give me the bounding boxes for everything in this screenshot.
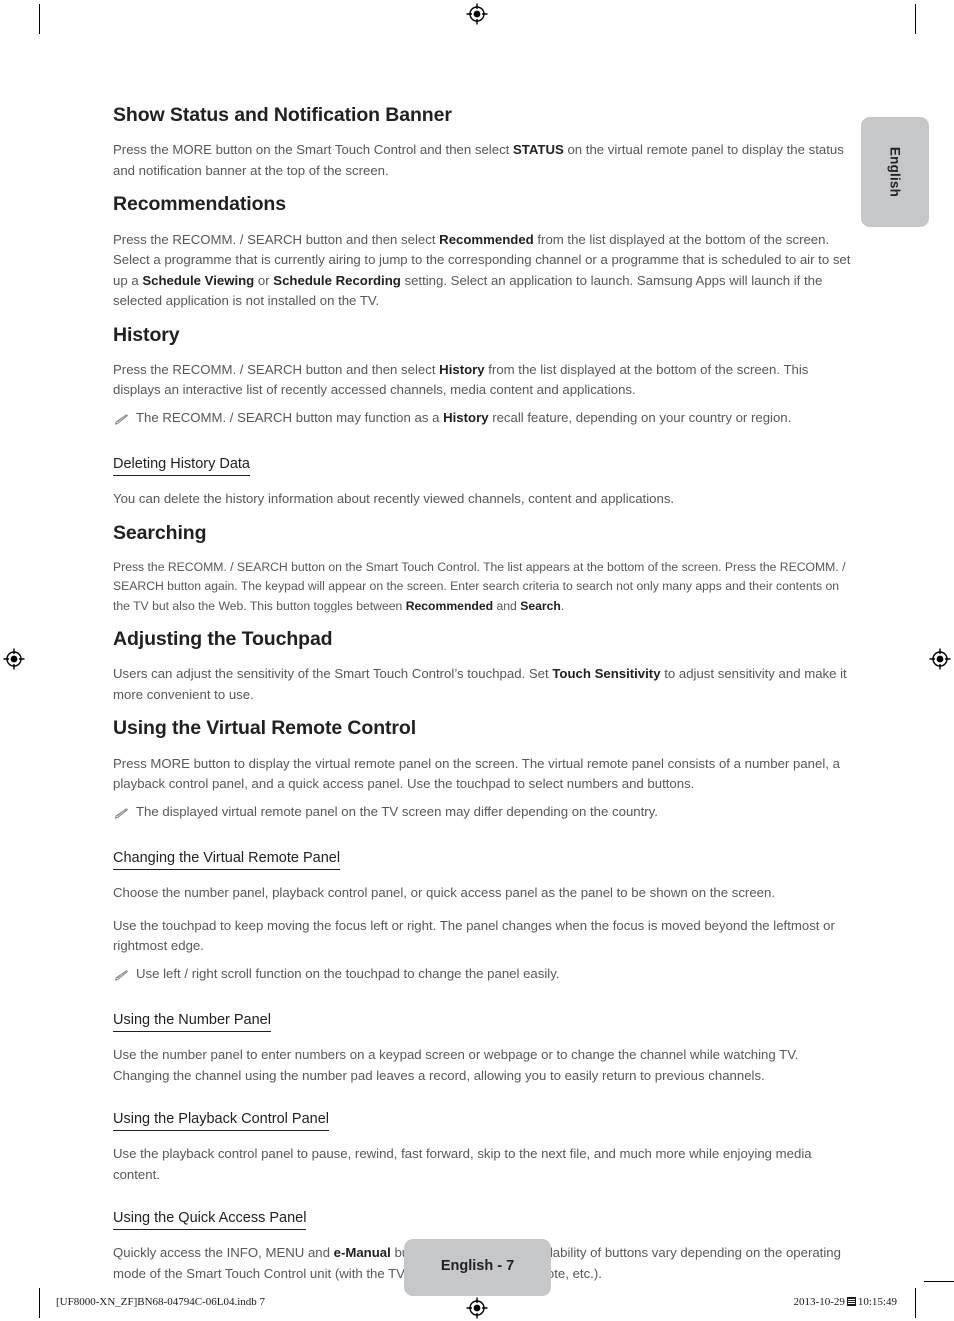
keyword-schedule-viewing: Schedule Viewing — [142, 272, 255, 288]
note-history: The RECOMM. / SEARCH button may function… — [113, 408, 852, 431]
paragraph-adjusting-the-touchpad: Users can adjust the sensitivity of the … — [113, 664, 852, 705]
paragraph-using-the-virtual-remote-control: Press MORE button to display the virtual… — [113, 754, 852, 795]
language-side-tab-label: English — [887, 146, 903, 198]
keyword-history: History — [443, 409, 489, 425]
registration-mark-right — [929, 648, 951, 670]
text-fragment: button and then select — [302, 361, 440, 377]
crop-mark-bottom-right-horizontal — [924, 1281, 954, 1282]
heading-using-the-virtual-remote-control: Using the Virtual Remote Control — [113, 717, 417, 740]
paragraph-searching: Press the RECOMM. / SEARCH button on the… — [113, 558, 852, 616]
text-fragment: Press the — [113, 231, 173, 247]
keyword-recommended: Recommended — [439, 231, 534, 247]
page-content: Show Status and Notification Banner Pres… — [113, 104, 852, 1296]
subheading-wrap-using-the-playback-control-panel: Using the Playback Control Panel — [113, 1110, 852, 1144]
note-virtual-remote: The displayed virtual remote panel on th… — [113, 802, 852, 825]
keyword-e-manual: e-Manual — [333, 1245, 391, 1261]
imposition-date: 2013-10-29 — [793, 1296, 845, 1308]
document-page: English Show Status and Notification Ban… — [0, 0, 954, 1321]
paragraph-recommendations: Press the RECOMM. / SEARCH button and th… — [113, 230, 852, 312]
heading-history: History — [113, 323, 180, 346]
pencil-icon — [113, 805, 128, 825]
text-fragment: Press the — [113, 142, 173, 158]
page-number-label: English - 7 — [440, 1258, 515, 1274]
subheading-deleting-history-data: Deleting History Data — [113, 455, 250, 477]
keyword-more: MORE — [150, 755, 190, 771]
text-fragment: recall feature, depending on your countr… — [488, 409, 792, 425]
note-changing-panel-text: Use left / right scroll function on the … — [136, 965, 560, 981]
subheading-using-the-number-panel: Using the Number Panel — [113, 1011, 271, 1033]
paragraph-changing-panel-1: Choose the number panel, playback contro… — [113, 885, 775, 901]
text-fragment: Press the — [113, 361, 173, 377]
heading-show-status-and-notification-banner: Show Status and Notification Banner — [113, 104, 452, 126]
text-fragment: button and then select — [302, 231, 440, 247]
keyword-recomm-search: RECOMM. / SEARCH — [172, 231, 303, 247]
paragraph-deleting-history-data: You can delete the history information a… — [113, 491, 675, 507]
text-fragment: Press — [113, 755, 151, 771]
keyword-search: Search — [520, 598, 561, 613]
registration-mark-top — [466, 3, 488, 25]
text-fragment: . — [560, 598, 565, 613]
text-fragment: button may function as a — [292, 409, 444, 425]
imposition-time: 10:15:49 — [857, 1296, 897, 1308]
pencil-icon — [113, 411, 128, 431]
imposition-file-reference: [UF8000-XN_ZF]BN68-04794C-06L04.indb 7 — [56, 1296, 265, 1308]
subheading-using-the-quick-access-panel: Using the Quick Access Panel — [113, 1209, 307, 1231]
crop-mark-top-left — [39, 4, 40, 34]
text-fragment: button to display the virtual remote pan… — [113, 755, 840, 792]
keyword-recomm-search: RECOMM. / SEARCH — [162, 409, 293, 425]
note-changing-panel: Use left / right scroll function on the … — [113, 964, 852, 987]
paragraph-changing-panel-2: Use the touchpad to keep moving the focu… — [113, 917, 835, 954]
subheading-wrap-changing-the-virtual-remote-panel: Changing the Virtual Remote Panel — [113, 849, 852, 883]
note-history-text: The RECOMM. / SEARCH button may function… — [136, 408, 852, 428]
keyword-history: History — [439, 361, 485, 377]
subheading-wrap-using-the-number-panel: Using the Number Panel — [113, 1011, 852, 1045]
text-fragment: button on the Smart Touch Control. The l… — [287, 560, 780, 575]
text-fragment: The — [136, 409, 163, 425]
keyword-info: INFO — [226, 1245, 259, 1261]
keyword-recomm-search: RECOMM. / SEARCH — [172, 361, 303, 377]
text-fragment: and — [493, 598, 521, 613]
note-virtual-remote-text: The displayed virtual remote panel on th… — [136, 803, 658, 819]
keyword-recomm-search: RECOMM. / SEARCH — [167, 560, 288, 575]
subheading-using-the-playback-control-panel: Using the Playback Control Panel — [113, 1110, 330, 1132]
text-fragment: Users can adjust the sensitivity of the … — [113, 666, 553, 682]
paragraph-show-status: Press the MORE button on the Smart Touch… — [113, 140, 852, 181]
crop-mark-top-right — [915, 4, 916, 34]
heading-adjusting-the-touchpad: Adjusting the Touchpad — [113, 628, 333, 651]
heading-recommendations: Recommendations — [113, 193, 286, 216]
text-fragment: Quickly access the — [113, 1245, 227, 1261]
keyword-menu: MENU — [265, 1245, 305, 1261]
keyword-more: MORE — [172, 142, 212, 158]
text-fragment: Press the — [113, 560, 168, 575]
paragraph-using-the-number-panel: Use the number panel to enter numbers on… — [113, 1047, 799, 1083]
paragraph-using-the-playback-control-panel: Use the playback control panel to pause,… — [113, 1146, 812, 1182]
keyword-schedule-recording: Schedule Recording — [273, 272, 401, 288]
text-fragment: and — [304, 1245, 334, 1261]
pencil-icon — [113, 967, 128, 987]
page-number-badge: English - 7 — [404, 1239, 551, 1296]
text-fragment: or — [254, 272, 274, 288]
subheading-changing-the-virtual-remote-panel: Changing the Virtual Remote Panel — [113, 849, 341, 871]
registration-mark-left — [3, 648, 25, 670]
imposition-timestamp: 2013-10-29 10:15:49 — [794, 1296, 897, 1308]
paragraph-history: Press the RECOMM. / SEARCH button and th… — [113, 360, 852, 401]
crop-mark-bottom-right — [915, 1288, 916, 1318]
missing-glyph-icon — [846, 1297, 856, 1306]
keyword-touch-sensitivity: Touch Sensitivity — [552, 666, 661, 682]
keyword-recommended: Recommended — [405, 598, 494, 613]
keyword-status: STATUS — [513, 142, 564, 158]
crop-mark-bottom-left — [39, 1288, 40, 1318]
registration-mark-bottom — [466, 1297, 488, 1319]
text-fragment: button on the Smart Touch Control and th… — [211, 142, 513, 158]
subheading-wrap-deleting-history-data: Deleting History Data — [113, 455, 852, 489]
language-side-tab: English — [861, 117, 929, 227]
heading-searching: Searching — [113, 521, 207, 544]
